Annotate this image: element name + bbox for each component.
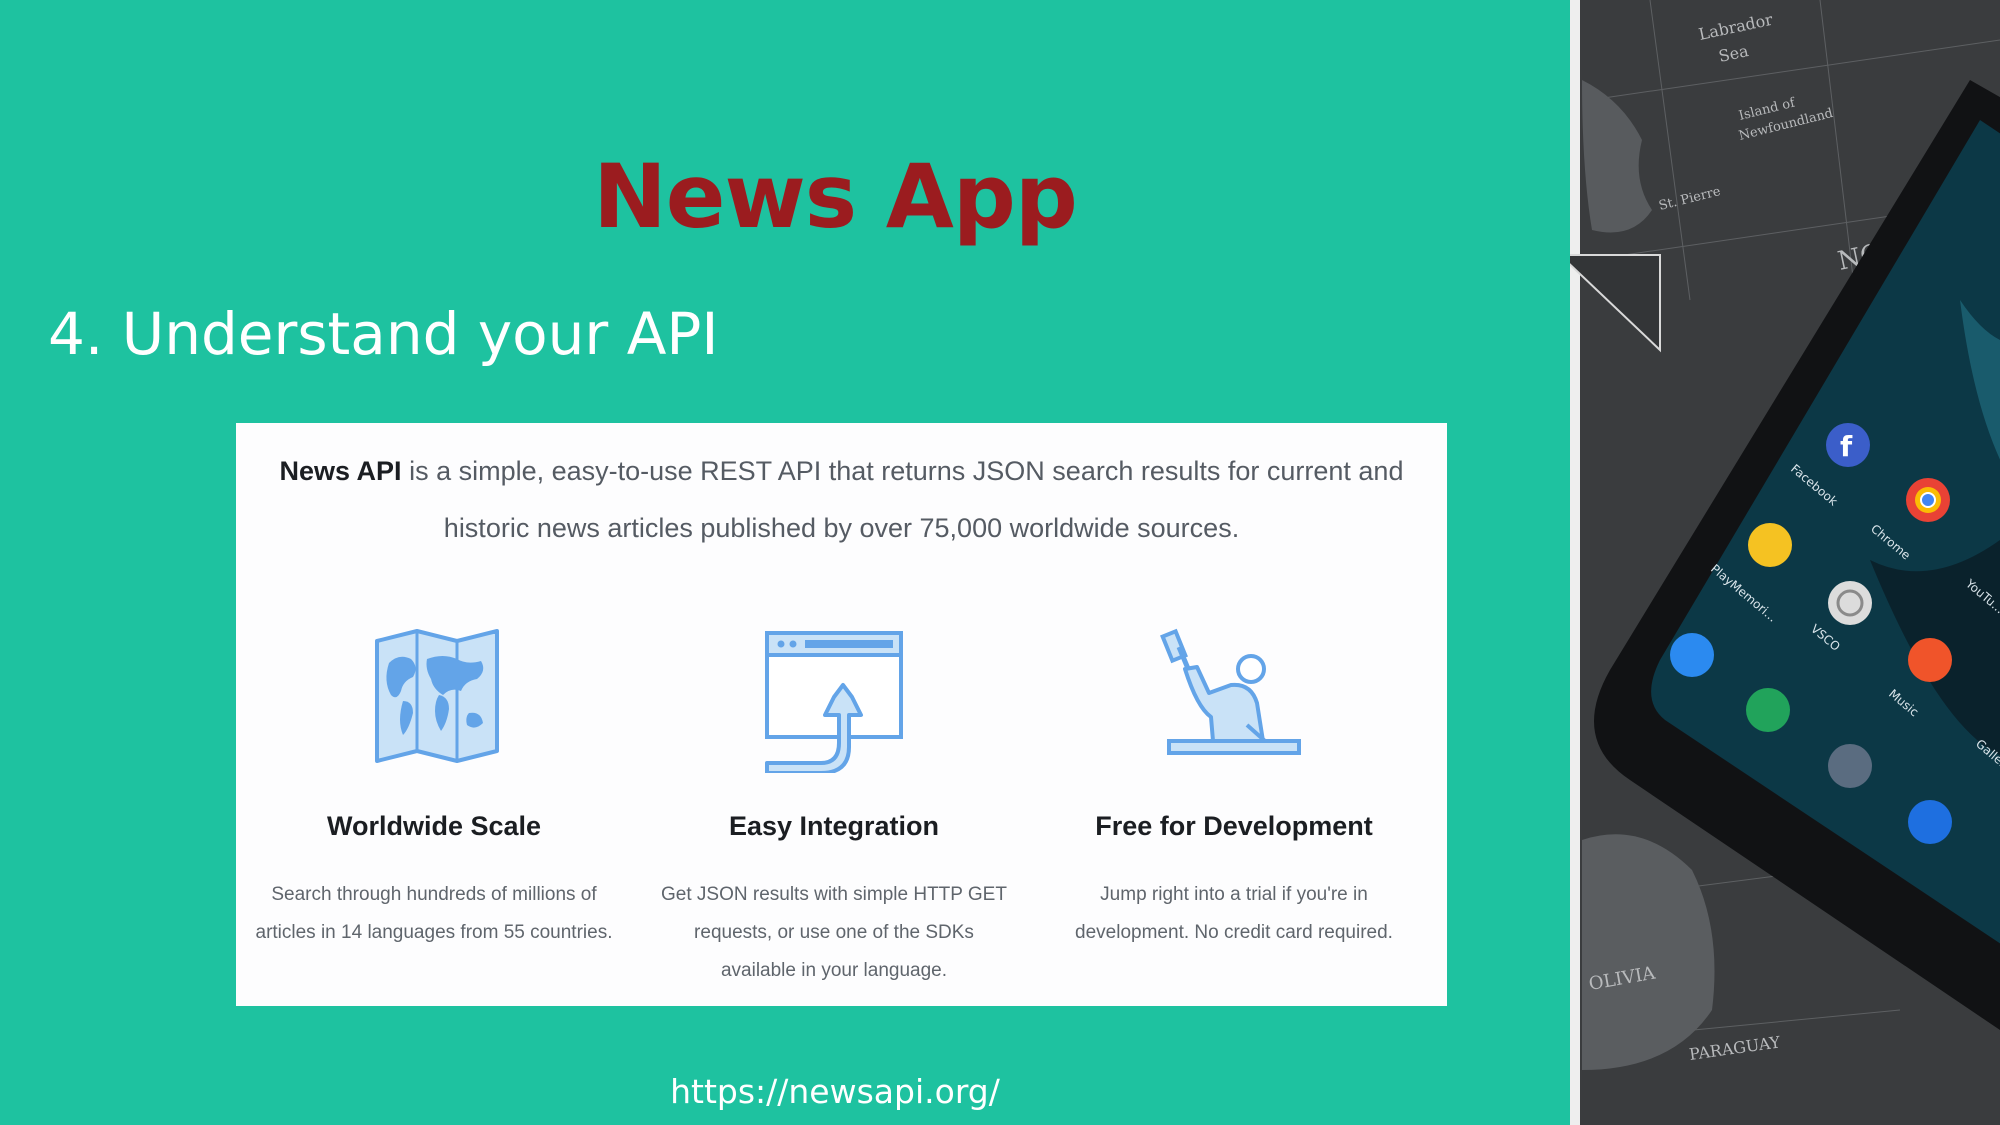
intro-rest: is a simple, easy-to-use REST API that r… [401, 456, 1404, 543]
intro-text: News API is a simple, easy-to-use REST A… [236, 443, 1447, 557]
intro-strong: News API [279, 456, 402, 486]
feature-description: Search through hundreds of millions of a… [255, 884, 613, 943]
world-map-icon [375, 629, 499, 763]
newsapi-screenshot-card: News API is a simple, easy-to-use REST A… [236, 423, 1447, 1006]
phone-on-map-icon: Labrador Sea Island of Newfoundland St. … [1570, 0, 2000, 1125]
feature-free-dev: Free for Development Jump right into a t… [1054, 623, 1414, 952]
slide-subtitle: 4. Understand your API [48, 300, 719, 368]
source-url[interactable]: https://newsapi.org/ [0, 1072, 1670, 1111]
developer-hammer-icon [1160, 628, 1301, 755]
feature-title: Free for Development [1095, 811, 1373, 841]
slide-title: News App [593, 145, 1078, 248]
browser-upload-icon [765, 631, 903, 773]
feature-title: Easy Integration [728, 811, 940, 841]
feature-description: Get JSON results with simple HTTP GET re… [661, 884, 1007, 981]
feature-title: Worldwide Scale [326, 811, 542, 841]
feature-integration: Easy Integration Get JSON results with s… [654, 623, 1014, 990]
feature-description: Jump right into a trial if you're in dev… [1075, 884, 1393, 943]
svg-text:f: f [1840, 430, 1853, 463]
feature-worldwide: Worldwide Scale Search through hundreds … [254, 623, 614, 952]
